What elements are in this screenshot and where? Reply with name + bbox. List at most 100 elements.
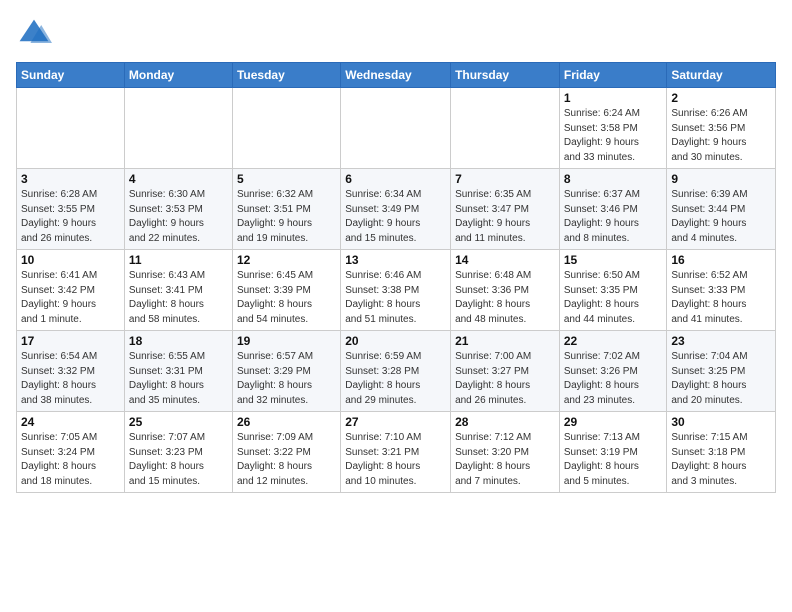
day-info: Sunrise: 6:50 AM Sunset: 3:35 PM Dayligh… <box>564 269 663 327</box>
day-info: Sunrise: 6:28 AM Sunset: 3:55 PM Dayligh… <box>21 188 120 246</box>
day-info: Sunrise: 6:37 AM Sunset: 3:46 PM Dayligh… <box>564 188 663 246</box>
calendar-cell: 12Sunrise: 6:45 AM Sunset: 3:39 PM Dayli… <box>232 250 340 331</box>
day-info: Sunrise: 6:57 AM Sunset: 3:29 PM Dayligh… <box>237 350 336 408</box>
calendar-cell: 16Sunrise: 6:52 AM Sunset: 3:33 PM Dayli… <box>667 250 776 331</box>
day-number: 5 <box>237 172 336 186</box>
day-number: 1 <box>564 91 663 105</box>
day-number: 27 <box>345 415 446 429</box>
day-number: 2 <box>671 91 771 105</box>
weekday-header-saturday: Saturday <box>667 63 776 88</box>
calendar-cell: 27 Sunrise: 7:10 AM Sunset: 3:21 PM Dayli… <box>341 412 451 493</box>
day-number: 26 <box>237 415 336 429</box>
header <box>16 16 776 52</box>
calendar-cell: 1 Sunrise: 6:24 AM Sunset: 3:58 PM Daylig… <box>559 88 667 169</box>
calendar-cell: 19 Sunrise: 6:57 AM Sunset: 3:29 PM Dayli… <box>232 331 340 412</box>
day-info: Sunrise: 7:04 AM Sunset: 3:25 PM Dayligh… <box>671 350 771 408</box>
day-info: Sunrise: 6:43 AM Sunset: 3:41 PM Dayligh… <box>129 269 228 327</box>
day-info: Sunrise: 7:09 AM Sunset: 3:22 PM Dayligh… <box>237 431 336 489</box>
calendar-cell: 22Sunrise: 7:02 AM Sunset: 3:26 PM Dayli… <box>559 331 667 412</box>
day-info: Sunrise: 7:10 AM Sunset: 3:21 PM Dayligh… <box>345 431 446 489</box>
calendar-cell: 30 Sunrise: 7:15 AM Sunset: 3:18 PM Dayli… <box>667 412 776 493</box>
calendar-cell <box>124 88 232 169</box>
day-info: Sunrise: 6:32 AM Sunset: 3:51 PM Dayligh… <box>237 188 336 246</box>
weekday-header-monday: Monday <box>124 63 232 88</box>
day-number: 29 <box>564 415 663 429</box>
logo <box>16 16 56 52</box>
calendar-cell: 13Sunrise: 6:46 AM Sunset: 3:38 PM Dayli… <box>341 250 451 331</box>
calendar-cell <box>232 88 340 169</box>
day-number: 28 <box>455 415 555 429</box>
week-row-1: 3Sunrise: 6:28 AM Sunset: 3:55 PM Daylig… <box>17 169 776 250</box>
day-info: Sunrise: 7:12 AM Sunset: 3:20 PM Dayligh… <box>455 431 555 489</box>
calendar-cell <box>341 88 451 169</box>
day-info: Sunrise: 6:39 AM Sunset: 3:44 PM Dayligh… <box>671 188 771 246</box>
day-number: 6 <box>345 172 446 186</box>
day-number: 7 <box>455 172 555 186</box>
day-info: Sunrise: 6:48 AM Sunset: 3:36 PM Dayligh… <box>455 269 555 327</box>
calendar-cell: 9Sunrise: 6:39 AM Sunset: 3:44 PM Daylig… <box>667 169 776 250</box>
day-number: 30 <box>671 415 771 429</box>
day-info: Sunrise: 7:00 AM Sunset: 3:27 PM Dayligh… <box>455 350 555 408</box>
week-row-0: 1 Sunrise: 6:24 AM Sunset: 3:58 PM Daylig… <box>17 88 776 169</box>
day-info: Sunrise: 6:54 AM Sunset: 3:32 PM Dayligh… <box>21 350 120 408</box>
weekday-header-row: SundayMondayTuesdayWednesdayThursdayFrid… <box>17 63 776 88</box>
calendar-cell: 7 Sunrise: 6:35 AM Sunset: 3:47 PM Daylig… <box>451 169 560 250</box>
day-info: Sunrise: 6:55 AM Sunset: 3:31 PM Dayligh… <box>129 350 228 408</box>
day-number: 24 <box>21 415 120 429</box>
calendar-table: SundayMondayTuesdayWednesdayThursdayFrid… <box>16 62 776 493</box>
calendar-cell: 3Sunrise: 6:28 AM Sunset: 3:55 PM Daylig… <box>17 169 125 250</box>
day-number: 19 <box>237 334 336 348</box>
day-info: Sunrise: 7:07 AM Sunset: 3:23 PM Dayligh… <box>129 431 228 489</box>
calendar-cell: 26 Sunrise: 7:09 AM Sunset: 3:22 PM Dayli… <box>232 412 340 493</box>
day-info: Sunrise: 7:13 AM Sunset: 3:19 PM Dayligh… <box>564 431 663 489</box>
calendar-cell: 4 Sunrise: 6:30 AM Sunset: 3:53 PM Daylig… <box>124 169 232 250</box>
calendar-cell <box>451 88 560 169</box>
day-number: 20 <box>345 334 446 348</box>
day-number: 14 <box>455 253 555 267</box>
calendar-cell: 17Sunrise: 6:54 AM Sunset: 3:32 PM Dayli… <box>17 331 125 412</box>
day-info: Sunrise: 6:41 AM Sunset: 3:42 PM Dayligh… <box>21 269 120 327</box>
calendar-cell: 18 Sunrise: 6:55 AM Sunset: 3:31 PM Dayli… <box>124 331 232 412</box>
day-info: Sunrise: 6:26 AM Sunset: 3:56 PM Dayligh… <box>671 107 771 165</box>
day-number: 10 <box>21 253 120 267</box>
day-number: 15 <box>564 253 663 267</box>
weekday-header-wednesday: Wednesday <box>341 63 451 88</box>
week-row-3: 17Sunrise: 6:54 AM Sunset: 3:32 PM Dayli… <box>17 331 776 412</box>
weekday-header-sunday: Sunday <box>17 63 125 88</box>
day-number: 18 <box>129 334 228 348</box>
day-number: 12 <box>237 253 336 267</box>
day-info: Sunrise: 6:35 AM Sunset: 3:47 PM Dayligh… <box>455 188 555 246</box>
week-row-2: 10 Sunrise: 6:41 AM Sunset: 3:42 PM Dayli… <box>17 250 776 331</box>
calendar-cell: 15 Sunrise: 6:50 AM Sunset: 3:35 PM Dayli… <box>559 250 667 331</box>
calendar-cell: 24 Sunrise: 7:05 AM Sunset: 3:24 PM Dayli… <box>17 412 125 493</box>
day-info: Sunrise: 7:05 AM Sunset: 3:24 PM Dayligh… <box>21 431 120 489</box>
calendar-cell: 6Sunrise: 6:34 AM Sunset: 3:49 PM Daylig… <box>341 169 451 250</box>
calendar-cell: 11 Sunrise: 6:43 AM Sunset: 3:41 PM Dayli… <box>124 250 232 331</box>
day-number: 22 <box>564 334 663 348</box>
calendar-cell: 14 Sunrise: 6:48 AM Sunset: 3:36 PM Dayli… <box>451 250 560 331</box>
logo-icon <box>16 16 52 52</box>
day-info: Sunrise: 6:59 AM Sunset: 3:28 PM Dayligh… <box>345 350 446 408</box>
calendar-cell: 28 Sunrise: 7:12 AM Sunset: 3:20 PM Dayli… <box>451 412 560 493</box>
day-number: 8 <box>564 172 663 186</box>
day-number: 25 <box>129 415 228 429</box>
calendar-cell: 2 Sunrise: 6:26 AM Sunset: 3:56 PM Daylig… <box>667 88 776 169</box>
page: SundayMondayTuesdayWednesdayThursdayFrid… <box>0 0 792 612</box>
day-number: 4 <box>129 172 228 186</box>
day-info: Sunrise: 6:24 AM Sunset: 3:58 PM Dayligh… <box>564 107 663 165</box>
day-number: 11 <box>129 253 228 267</box>
day-number: 23 <box>671 334 771 348</box>
calendar-cell <box>17 88 125 169</box>
day-info: Sunrise: 6:52 AM Sunset: 3:33 PM Dayligh… <box>671 269 771 327</box>
day-number: 21 <box>455 334 555 348</box>
week-row-4: 24 Sunrise: 7:05 AM Sunset: 3:24 PM Dayli… <box>17 412 776 493</box>
calendar-cell: 10 Sunrise: 6:41 AM Sunset: 3:42 PM Dayli… <box>17 250 125 331</box>
weekday-header-friday: Friday <box>559 63 667 88</box>
day-info: Sunrise: 7:15 AM Sunset: 3:18 PM Dayligh… <box>671 431 771 489</box>
day-number: 13 <box>345 253 446 267</box>
calendar-cell: 23 Sunrise: 7:04 AM Sunset: 3:25 PM Dayli… <box>667 331 776 412</box>
calendar-cell: 5 Sunrise: 6:32 AM Sunset: 3:51 PM Daylig… <box>232 169 340 250</box>
calendar-cell: 20 Sunrise: 6:59 AM Sunset: 3:28 PM Dayli… <box>341 331 451 412</box>
day-info: Sunrise: 6:30 AM Sunset: 3:53 PM Dayligh… <box>129 188 228 246</box>
calendar-cell: 25 Sunrise: 7:07 AM Sunset: 3:23 PM Dayli… <box>124 412 232 493</box>
